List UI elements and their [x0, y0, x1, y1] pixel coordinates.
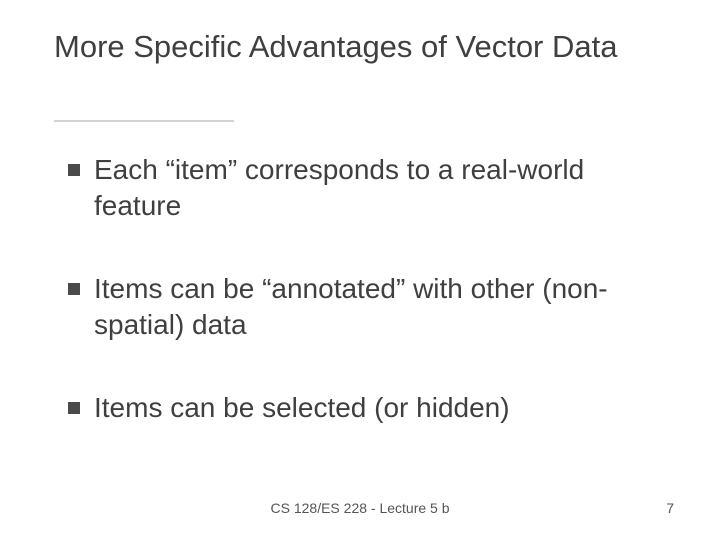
- title-underline: [54, 120, 234, 122]
- bullet-text: Items can be “annotated” with other (non…: [94, 271, 670, 344]
- bullet-text: Items can be selected (or hidden): [94, 390, 510, 426]
- bullet-text: Each “item” corresponds to a real-world …: [94, 152, 670, 225]
- slide-body: Each “item” corresponds to a real-world …: [68, 152, 670, 472]
- list-item: Items can be “annotated” with other (non…: [68, 271, 670, 344]
- page-number: 7: [666, 500, 674, 516]
- list-item: Each “item” corresponds to a real-world …: [68, 152, 670, 225]
- slide: More Specific Advantages of Vector Data …: [0, 0, 720, 540]
- list-item: Items can be selected (or hidden): [68, 390, 670, 426]
- square-bullet-icon: [68, 402, 80, 414]
- slide-title: More Specific Advantages of Vector Data: [54, 28, 680, 67]
- square-bullet-icon: [68, 164, 80, 176]
- footer-center-text: CS 128/ES 228 - Lecture 5 b: [0, 500, 720, 516]
- square-bullet-icon: [68, 283, 80, 295]
